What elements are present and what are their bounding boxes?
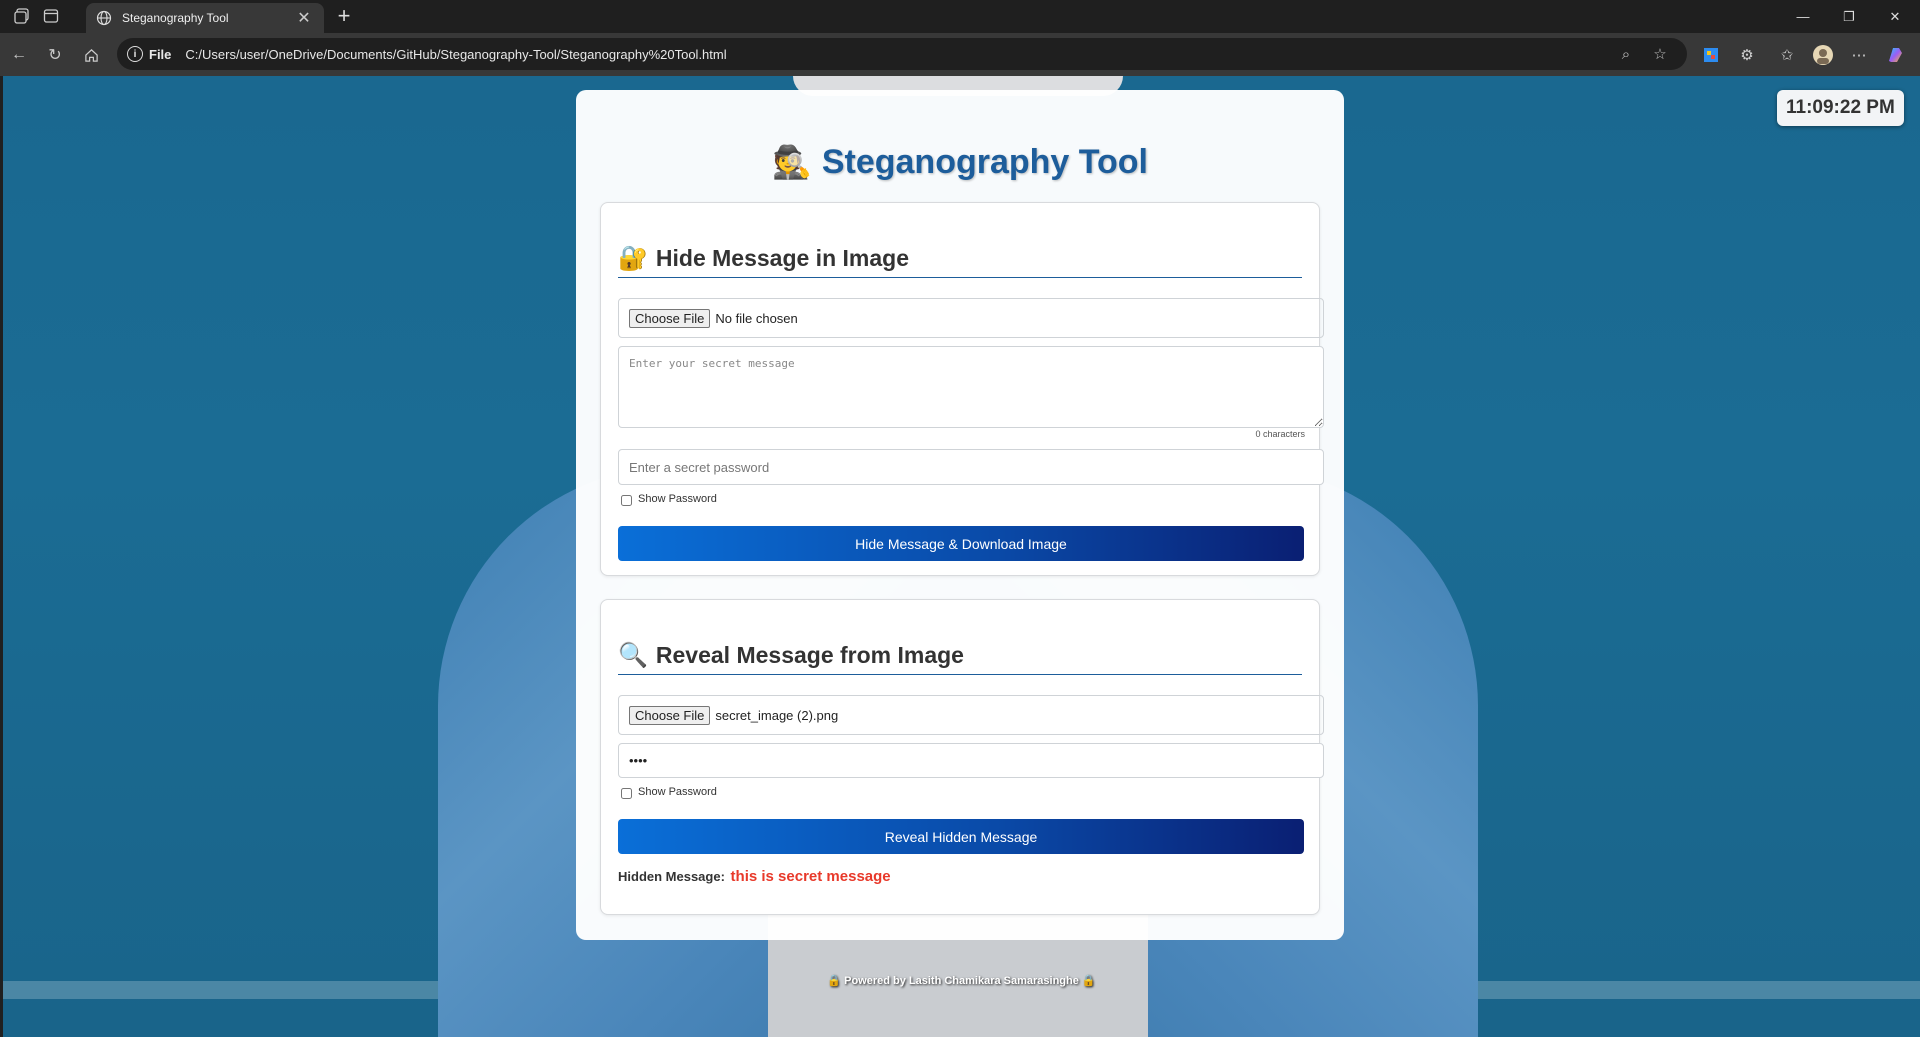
tab-title: Steganography Tool <box>122 11 229 25</box>
reveal-message-button[interactable]: Reveal Hidden Message <box>618 819 1304 854</box>
reveal-message-section: 🔍 Reveal Message from Image Choose File … <box>600 599 1324 915</box>
reveal-password-input[interactable] <box>618 743 1324 778</box>
minimize-button[interactable]: — <box>1780 0 1826 33</box>
back-icon[interactable]: ← <box>8 44 30 66</box>
character-count: 0 characters <box>1255 429 1305 439</box>
reveal-show-password[interactable]: Show Password <box>618 785 1302 799</box>
footer-credit: 🔒 Powered by Lasith Chamikara Samarasing… <box>827 975 1096 987</box>
address-scheme: File <box>149 46 172 62</box>
detective-icon: 🕵️ <box>772 144 812 180</box>
favorites-icon[interactable]: ✩ <box>1776 44 1798 66</box>
tab-steganography[interactable]: Steganography Tool ✕ <box>86 3 324 33</box>
more-menu-icon[interactable]: ⋯ <box>1848 44 1870 66</box>
page-title: 🕵️ Steganography Tool <box>600 139 1320 185</box>
hide-section-header: 🔐 Hide Message in Image <box>618 245 1302 278</box>
hide-download-button[interactable]: Hide Message & Download Image <box>618 526 1304 561</box>
reveal-file-input[interactable]: Choose File secret_image (2).png <box>618 695 1324 735</box>
lock-key-icon: 🔐 <box>618 244 648 272</box>
page-title-text: Steganography Tool <box>821 142 1148 181</box>
hide-choose-file-button[interactable]: Choose File <box>629 308 711 328</box>
zoom-icon[interactable]: ⌕ <box>1609 46 1643 63</box>
reveal-choose-file-button[interactable]: Choose File <box>629 705 711 725</box>
hide-message-section: 🔐 Hide Message in Image Choose File No f… <box>600 202 1324 576</box>
hide-password-input[interactable] <box>618 449 1324 485</box>
browser-navbar: ← ↻ i File C:/Users/user/OneDrive/Docume… <box>0 33 1920 76</box>
reveal-show-password-label: Show Password <box>638 786 717 798</box>
tab-actions-icon[interactable] <box>41 6 61 26</box>
reveal-section-header: 🔍 Reveal Message from Image <box>618 642 1302 675</box>
live-clock: 11:09:22 PM <box>1777 90 1904 126</box>
address-bar[interactable]: i File C:/Users/user/OneDrive/Documents/… <box>117 38 1687 70</box>
favorite-star-icon[interactable]: ☆ <box>1643 45 1677 63</box>
magnifier-icon: 🔍 <box>618 641 648 669</box>
tab-close-icon[interactable]: ✕ <box>294 8 314 28</box>
hidden-message-output: Hidden Message: this is secret message <box>618 868 1302 885</box>
hide-file-status: No file chosen <box>715 310 798 326</box>
hide-section-title: Hide Message in Image <box>655 245 909 271</box>
hide-show-password-label: Show Password <box>638 493 717 505</box>
extension-icon[interactable] <box>1700 44 1722 66</box>
extensions-puzzle-icon[interactable]: ⚙ <box>1736 44 1758 66</box>
hide-show-password-checkbox[interactable] <box>621 494 632 506</box>
globe-icon <box>96 10 112 26</box>
workspaces-icon[interactable] <box>12 6 32 26</box>
home-icon[interactable] <box>80 44 102 66</box>
address-url[interactable]: C:/Users/user/OneDrive/Documents/GitHub/… <box>185 47 1609 62</box>
refresh-icon[interactable]: ↻ <box>44 44 66 66</box>
reveal-section-title: Reveal Message from Image <box>655 642 964 668</box>
secret-message-textarea[interactable] <box>618 346 1324 428</box>
copilot-icon[interactable] <box>1884 44 1906 66</box>
page-viewport: 11:09:22 PM 🕵️ Steganography Tool 🔐 Hide… <box>3 76 1920 1037</box>
restore-button[interactable]: ❐ <box>1826 0 1872 33</box>
close-window-button[interactable]: ✕ <box>1872 0 1918 33</box>
app-container: 🕵️ Steganography Tool 🔐 Hide Message in … <box>576 90 1344 940</box>
hidden-message-value: this is secret message <box>730 868 891 885</box>
browser-tabbar: Steganography Tool ✕ + — ❐ ✕ <box>0 0 1920 33</box>
hide-file-input[interactable]: Choose File No file chosen <box>618 298 1324 338</box>
hidden-message-label: Hidden Message: <box>618 869 725 884</box>
site-info-icon[interactable]: i <box>127 46 143 62</box>
reveal-show-password-checkbox[interactable] <box>621 787 632 799</box>
profile-avatar[interactable] <box>1812 44 1834 66</box>
reveal-file-status: secret_image (2).png <box>715 707 839 723</box>
hide-show-password[interactable]: Show Password <box>618 492 1302 506</box>
new-tab-button[interactable]: + <box>332 5 356 27</box>
